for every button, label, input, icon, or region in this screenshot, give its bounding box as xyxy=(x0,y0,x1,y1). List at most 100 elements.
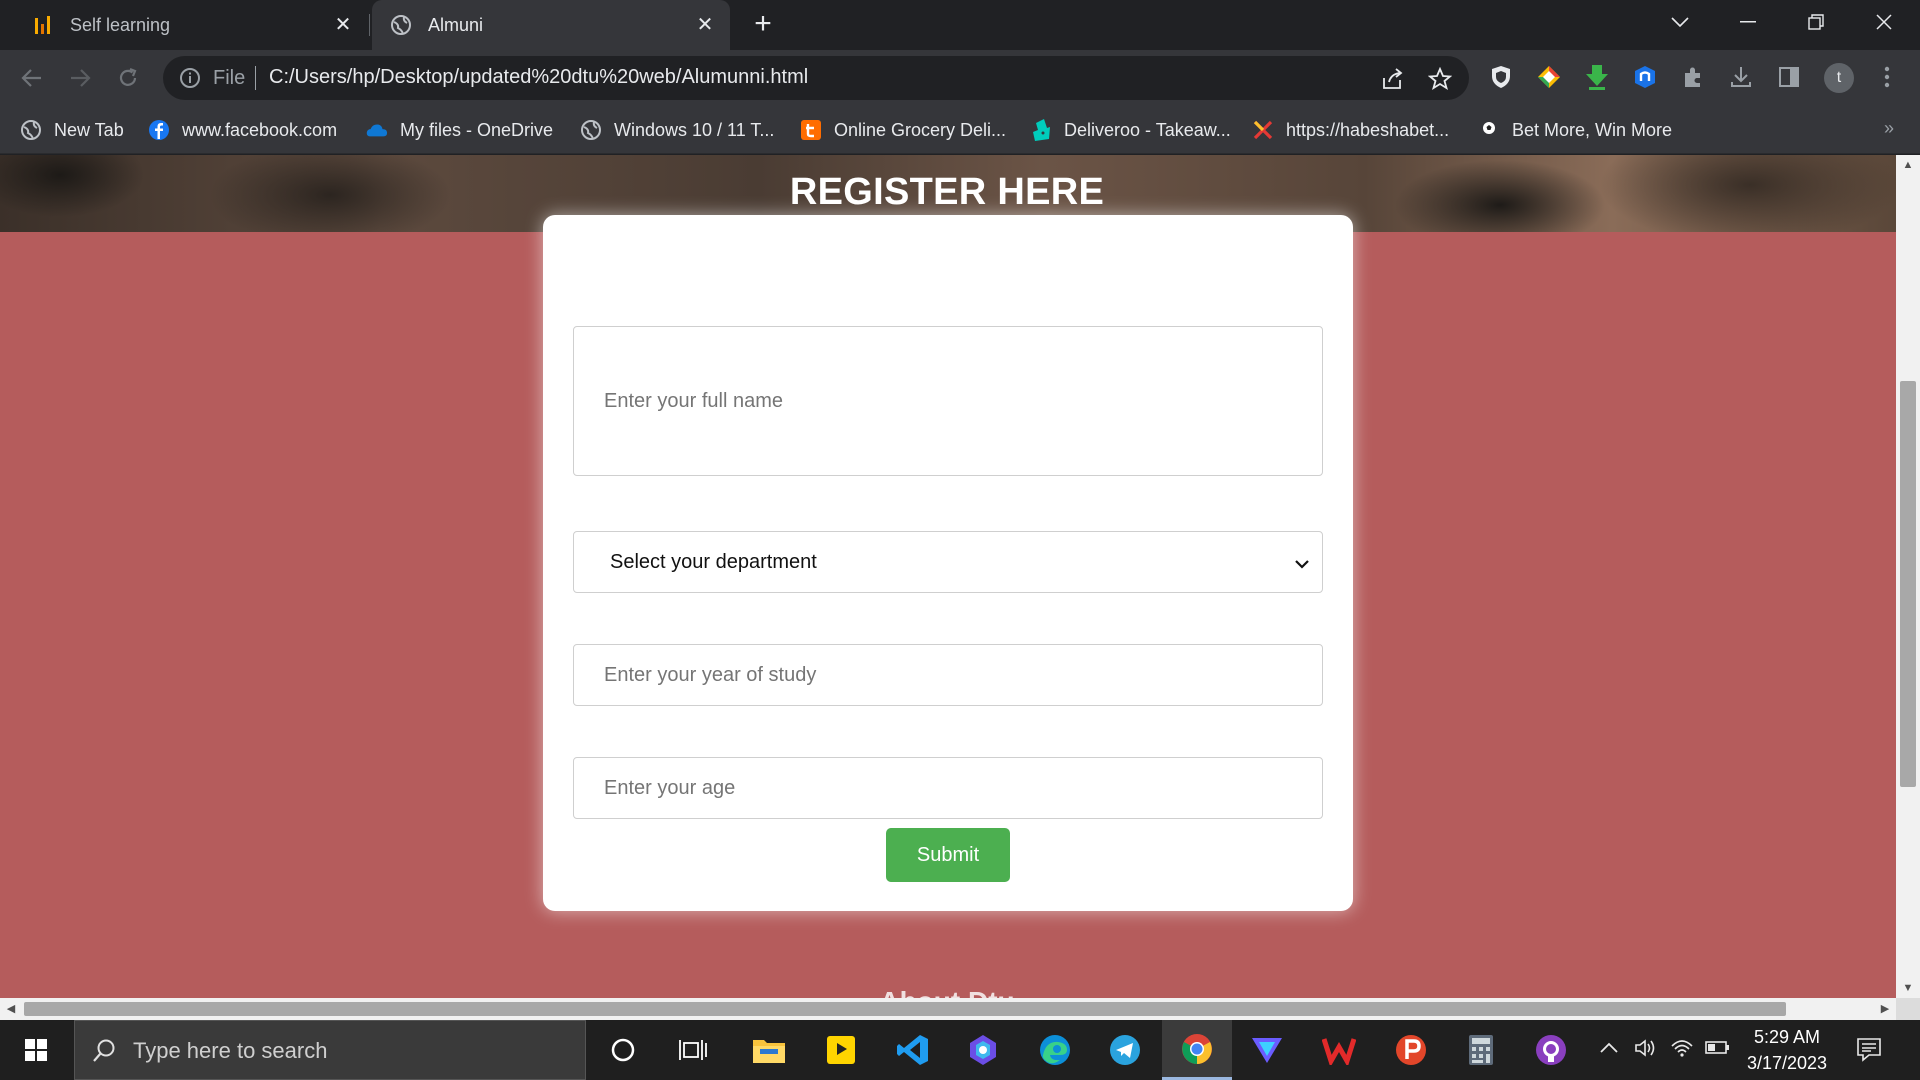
scroll-left-arrow-icon[interactable]: ◀ xyxy=(0,998,22,1020)
vertical-scroll-thumb[interactable] xyxy=(1900,381,1916,787)
more-bookmarks-chevron-icon[interactable]: » xyxy=(1884,118,1894,139)
system-clock[interactable]: 5:29 AM 3/17/2023 xyxy=(1732,1024,1842,1076)
media-player-icon[interactable] xyxy=(806,1020,876,1080)
address-divider xyxy=(255,66,256,90)
registration-form-card: Enter your full name Select your departm… xyxy=(543,215,1353,911)
windows-taskbar: Type here to search 5:29 AM 3/17/2023 xyxy=(0,1020,1920,1080)
side-panel-icon[interactable] xyxy=(1774,62,1804,92)
github-desktop-icon[interactable] xyxy=(1516,1020,1586,1080)
department-selected-value: Select your department xyxy=(610,550,817,573)
volume-icon[interactable] xyxy=(1634,1038,1656,1063)
habesha-icon xyxy=(1252,119,1274,141)
page-viewport: REGISTER HERE Enter your full name Selec… xyxy=(0,155,1896,998)
onedrive-icon xyxy=(366,119,388,141)
scroll-up-arrow-icon[interactable]: ▲ xyxy=(1896,155,1920,175)
bookmark-facebook[interactable]: www.facebook.com xyxy=(148,116,337,144)
chrome-icon[interactable] xyxy=(1162,1020,1232,1080)
year-placeholder: Enter your year of study xyxy=(604,663,817,686)
wifi-icon[interactable] xyxy=(1670,1038,1694,1063)
horizontal-scroll-thumb[interactable] xyxy=(24,1002,1786,1016)
chevron-down-icon xyxy=(1294,552,1310,575)
bookmark-habeshabet[interactable]: https://habeshabet... xyxy=(1252,116,1449,144)
telegram-icon[interactable] xyxy=(1090,1020,1160,1080)
bookmark-label: Windows 10 / 11 T... xyxy=(614,119,775,140)
copilot-icon[interactable] xyxy=(948,1020,1018,1080)
info-icon[interactable] xyxy=(179,67,201,94)
restore-window-button[interactable] xyxy=(1788,0,1844,44)
bookmark-label: My files - OneDrive xyxy=(400,119,554,140)
bar-chart-icon xyxy=(32,14,54,36)
share-icon[interactable] xyxy=(1379,66,1405,92)
kebab-menu-icon[interactable] xyxy=(1872,62,1902,92)
full-name-placeholder: Enter your full name xyxy=(604,389,783,412)
psiphon-icon[interactable] xyxy=(1376,1020,1446,1080)
bookmark-windows[interactable]: Windows 10 / 11 T... xyxy=(580,116,774,144)
cortana-icon[interactable] xyxy=(588,1020,658,1080)
address-bar[interactable]: File C:/Users/hp/Desktop/updated%20dtu%2… xyxy=(163,56,1469,100)
diamond-extension-icon[interactable] xyxy=(1534,62,1564,92)
shield-extension-icon[interactable] xyxy=(1486,62,1516,92)
bookmark-grocery[interactable]: Online Grocery Deli... xyxy=(800,116,1006,144)
search-placeholder: Type here to search xyxy=(133,1038,328,1063)
tab-self-learning[interactable]: Self learning ✕ xyxy=(12,0,368,50)
star-bookmark-icon[interactable] xyxy=(1427,66,1453,92)
bookmark-label: New Tab xyxy=(54,119,124,140)
scheme-label: File xyxy=(213,67,246,89)
scroll-down-arrow-icon[interactable]: ▼ xyxy=(1896,978,1920,998)
downloads-icon[interactable] xyxy=(1726,62,1756,92)
clock-date: 3/17/2023 xyxy=(1746,1053,1828,1073)
bookmark-deliveroo[interactable]: Deliveroo - Takeaw... xyxy=(1030,116,1231,144)
bookmark-onedrive[interactable]: My files - OneDrive xyxy=(366,116,553,144)
bookmark-label: www.facebook.com xyxy=(182,119,338,140)
url-text[interactable]: C:/Users/hp/Desktop/updated%20dtu%20web/… xyxy=(269,66,808,89)
bookmark-label: Deliveroo - Takeaw... xyxy=(1064,119,1231,140)
show-hidden-icons-chevron-icon[interactable] xyxy=(1600,1038,1618,1059)
edge-icon[interactable] xyxy=(1020,1020,1090,1080)
full-name-input[interactable]: Enter your full name xyxy=(573,326,1323,476)
tab-title: Almuni xyxy=(428,14,484,35)
calculator-icon[interactable] xyxy=(1446,1020,1516,1080)
vertical-scrollbar[interactable]: ▲ ▼ xyxy=(1896,155,1920,998)
close-tab-icon[interactable]: ✕ xyxy=(332,14,354,36)
back-arrow-icon[interactable] xyxy=(16,62,48,94)
taskbar-search-box[interactable]: Type here to search xyxy=(74,1020,586,1080)
windows-start-icon[interactable] xyxy=(0,1020,72,1080)
vscode-icon[interactable] xyxy=(878,1020,948,1080)
scroll-right-arrow-icon[interactable]: ▶ xyxy=(1874,998,1896,1020)
vpn-triangle-icon[interactable] xyxy=(1232,1020,1302,1080)
download-arrow-extension-icon[interactable] xyxy=(1582,62,1612,92)
task-view-icon[interactable] xyxy=(658,1020,728,1080)
battery-icon[interactable] xyxy=(1704,1038,1730,1061)
blue-extension-icon[interactable] xyxy=(1630,62,1660,92)
file-explorer-icon[interactable] xyxy=(734,1020,804,1080)
wps-office-icon[interactable] xyxy=(1304,1020,1374,1080)
year-of-study-input[interactable]: Enter your year of study xyxy=(573,644,1323,706)
close-window-button[interactable] xyxy=(1856,0,1912,44)
profile-avatar[interactable]: t xyxy=(1824,63,1854,93)
browser-toolbar: File C:/Users/hp/Desktop/updated%20dtu%2… xyxy=(0,50,1920,106)
bookmark-label: Bet More, Win More xyxy=(1512,119,1673,140)
forward-arrow-icon[interactable] xyxy=(64,62,96,94)
facebook-icon xyxy=(148,119,170,141)
age-input[interactable]: Enter your age xyxy=(573,757,1323,819)
reload-icon[interactable] xyxy=(112,62,144,94)
new-tab-button[interactable]: + xyxy=(748,9,778,40)
bookmark-label: https://habeshabet... xyxy=(1286,119,1450,140)
tab-search-chevron-icon[interactable] xyxy=(1652,0,1708,44)
tab-divider xyxy=(369,14,370,36)
age-placeholder: Enter your age xyxy=(604,776,736,799)
scrollbar-corner xyxy=(1896,998,1920,1020)
bookmark-label: Online Grocery Deli... xyxy=(834,119,1007,140)
close-tab-icon[interactable]: ✕ xyxy=(694,14,716,36)
department-select[interactable]: Select your department xyxy=(573,531,1323,593)
bookmark-new-tab[interactable]: New Tab xyxy=(20,116,124,144)
horizontal-scrollbar[interactable]: ◀ ▶ xyxy=(0,998,1896,1020)
tab-almuni[interactable]: Almuni ✕ xyxy=(372,0,730,50)
grocery-icon xyxy=(800,119,822,141)
bookmark-bet-more[interactable]: Bet More, Win More xyxy=(1478,116,1672,144)
minimize-window-button[interactable] xyxy=(1720,0,1776,44)
notification-center-icon[interactable] xyxy=(1856,1036,1882,1067)
puzzle-extensions-icon[interactable] xyxy=(1678,62,1708,92)
browser-tab-strip: Self learning ✕ Almuni ✕ + xyxy=(0,0,1920,50)
submit-button[interactable]: Submit xyxy=(886,828,1010,882)
